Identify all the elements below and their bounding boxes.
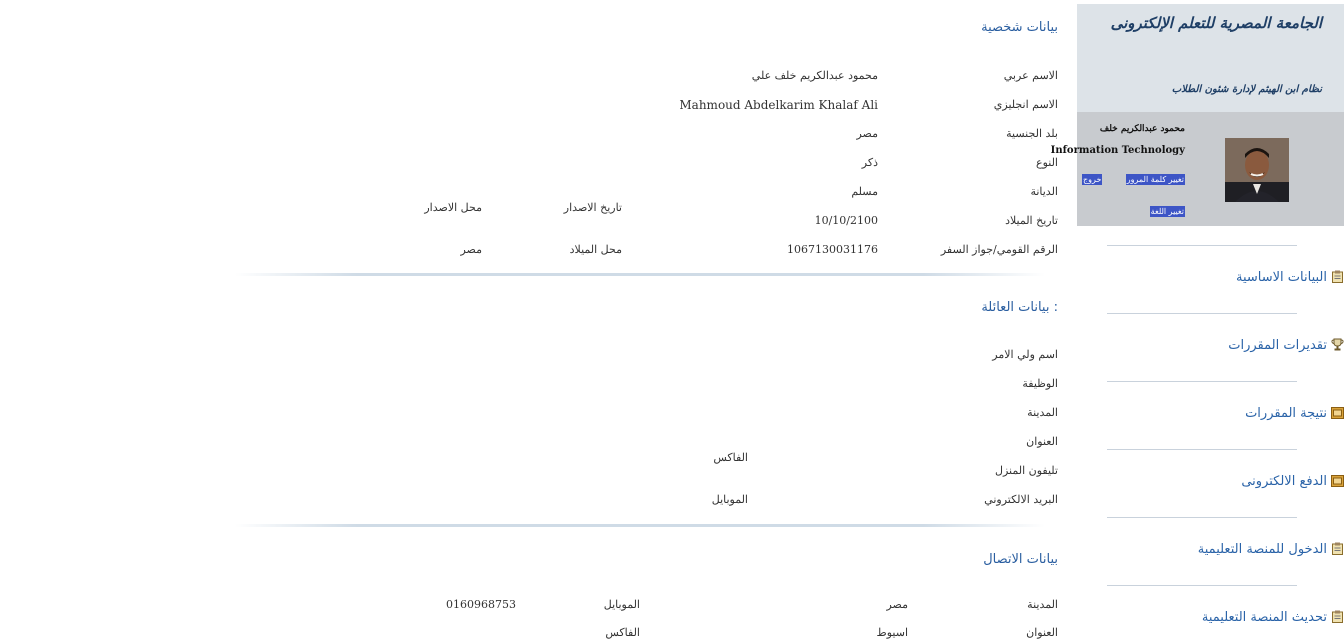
sidebar: الجامعة المصرية للتعلم الإلكترونى نظام ا…	[1051, 4, 1344, 638]
profile-panel: محمود عبدالكريم خلف Information Technolo…	[1051, 112, 1344, 226]
family-address-label: العنوان	[1026, 435, 1058, 448]
birth-date-label: تاريخ الميلاد	[1005, 214, 1058, 227]
english-name-value: Mahmoud Abdelkarim Khalaf Ali	[679, 98, 878, 112]
university-title: الجامعة المصرية للتعلم الإلكترونى	[1110, 14, 1322, 32]
nationality-label: بلد الجنسية	[1006, 127, 1058, 140]
english-name-label: الاسم انجليزي	[993, 98, 1058, 111]
home-phone-label: تليفون المنزل	[995, 464, 1058, 477]
student-name: محمود عبدالكريم خلف	[1099, 124, 1185, 134]
nav-label: تحديث المنصة التعليمية	[1201, 610, 1327, 625]
gender-label: النوع	[1036, 156, 1058, 169]
nav-divider	[1107, 313, 1297, 314]
section-divider	[235, 273, 1045, 276]
nav-label: نتيجة المقررات	[1245, 406, 1327, 421]
arabic-name-label: الاسم عربي	[1003, 69, 1058, 82]
personal-section-title: بيانات شخصية	[981, 20, 1058, 35]
clipboard-icon	[1331, 542, 1344, 555]
national-id-label: الرقم القومي/جواز السفر	[940, 243, 1058, 256]
clipboard-icon	[1331, 270, 1344, 283]
issue-date-label: تاريخ الاصدار	[563, 201, 622, 214]
job-label: الوظيفة	[1022, 377, 1058, 390]
family-fax-label: الفاكس	[713, 451, 748, 464]
nav-divider	[1107, 585, 1297, 586]
nav-label: الدفع الالكترونى	[1241, 474, 1327, 489]
contact-mobile-value: 0160968753	[446, 598, 516, 611]
nav-basic-data[interactable]: البيانات الاساسية	[1084, 270, 1344, 292]
nav-course-results[interactable]: نتيجة المقررات	[1084, 406, 1344, 428]
student-department: Information Technology	[1050, 145, 1185, 156]
change-password-button[interactable]: تغيير كلمة المرور	[1125, 174, 1185, 185]
nav-course-grades[interactable]: تقديرات المقررات	[1084, 338, 1344, 360]
student-avatar	[1225, 138, 1289, 202]
family-mobile-label: الموبايل	[711, 493, 748, 506]
logout-button[interactable]: خروج	[1082, 174, 1103, 185]
national-id-value: 1067130031176	[787, 243, 878, 256]
contact-city-value: مصر	[886, 598, 908, 611]
birth-date-value: 10/10/2100	[814, 214, 878, 227]
nav-divider	[1107, 449, 1297, 450]
contact-address-label: العنوان	[1026, 626, 1058, 639]
contact-fax-label: الفاكس	[605, 626, 640, 639]
nav-learning-platform-login[interactable]: الدخول للمنصة التعليمية	[1084, 542, 1344, 564]
folder-icon	[1331, 474, 1344, 487]
gender-value: ذكر	[861, 156, 878, 169]
guardian-label: اسم ولي الامر	[992, 348, 1058, 361]
system-title: نظام ابن الهيثم لإدارة شئون الطلاب	[1171, 84, 1322, 95]
clipboard-icon	[1331, 610, 1344, 623]
trophy-icon	[1331, 338, 1344, 351]
birth-place-label: محل الميلاد	[569, 243, 622, 256]
folder-icon	[1331, 406, 1344, 419]
nav-divider	[1107, 245, 1297, 246]
contact-address-value: اسيوط	[876, 626, 908, 639]
contact-city-label: المدينة	[1027, 598, 1058, 611]
family-section-title: : بيانات العائلة	[981, 300, 1058, 315]
nav-label: البيانات الاساسية	[1236, 270, 1327, 285]
nav-divider	[1107, 517, 1297, 518]
family-city-label: المدينة	[1027, 406, 1058, 419]
religion-value: مسلم	[851, 185, 878, 198]
issue-place-label: محل الاصدار	[424, 201, 482, 214]
nav-label: تقديرات المقررات	[1228, 338, 1327, 353]
nav-learning-platform-update[interactable]: تحديث المنصة التعليمية	[1084, 610, 1344, 632]
nationality-value: مصر	[856, 127, 878, 140]
contact-mobile-label: الموبايل	[603, 598, 640, 611]
arabic-name-value: محمود عبدالكريم خلف علي	[751, 69, 878, 82]
email-label: البريد الالكتروني	[984, 493, 1058, 506]
religion-label: الديانة	[1030, 185, 1058, 198]
nav-divider	[1107, 381, 1297, 382]
contact-section-title: بيانات الاتصال	[983, 552, 1058, 567]
change-language-button[interactable]: تغيير اللغة	[1149, 206, 1185, 217]
section-divider	[235, 524, 1045, 527]
nav-e-payment[interactable]: الدفع الالكترونى	[1084, 474, 1344, 496]
nav-label: الدخول للمنصة التعليمية	[1197, 542, 1327, 557]
birth-place-value: مصر	[460, 243, 482, 256]
